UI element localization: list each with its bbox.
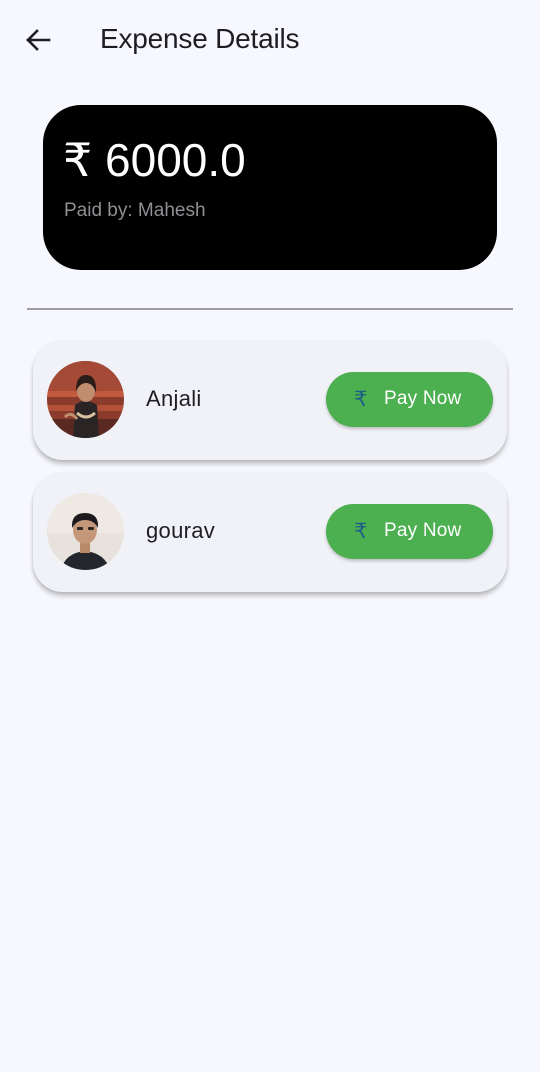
expense-amount-card: ₹ 6000.0 Paid by: Mahesh	[43, 105, 497, 270]
rupee-icon: ₹	[354, 387, 368, 411]
member-card: Anjali ₹ Pay Now	[33, 340, 507, 460]
pay-now-label: Pay Now	[384, 520, 462, 541]
page-title: Expense Details	[100, 23, 300, 54]
member-name: gourav	[146, 518, 216, 543]
divider	[27, 308, 513, 310]
pay-now-label: Pay Now	[384, 388, 462, 409]
app-bar: Expense Details	[0, 0, 540, 80]
user-photo-icon	[47, 361, 124, 438]
avatar	[47, 493, 124, 570]
avatar	[47, 361, 124, 438]
pay-now-button[interactable]: ₹ Pay Now	[326, 372, 493, 427]
back-button[interactable]	[22, 24, 54, 56]
member-name: Anjali	[146, 386, 202, 411]
member-card: gourav ₹ Pay Now	[33, 472, 507, 592]
arrow-left-icon	[26, 29, 51, 51]
pay-now-button[interactable]: ₹ Pay Now	[326, 504, 493, 559]
expense-amount: ₹ 6000.0	[63, 134, 246, 186]
rupee-icon: ₹	[354, 519, 368, 543]
user-photo-icon	[47, 493, 124, 570]
paid-by-text: Paid by: Mahesh	[64, 200, 206, 221]
